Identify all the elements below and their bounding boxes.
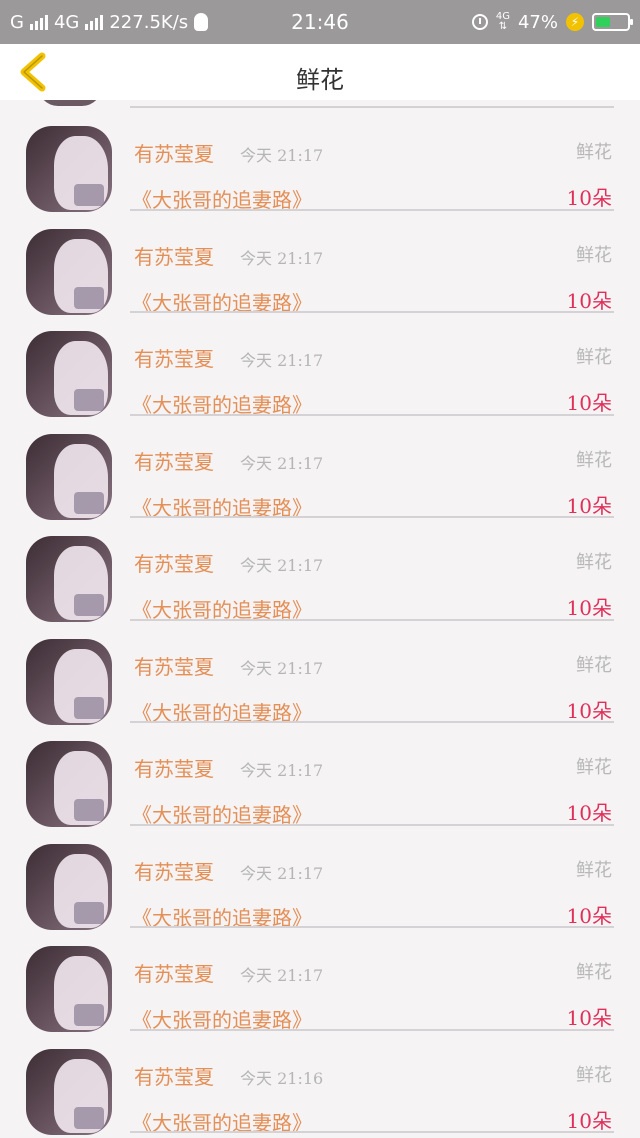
- gift-type: 鲜花: [576, 859, 612, 881]
- avatar[interactable]: [26, 946, 112, 1032]
- avatar[interactable]: [26, 638, 112, 725]
- list-item[interactable]: 有苏莹夏 今天 21:17 鲜花 《大张哥的追妻路》 10朵: [0, 416, 640, 520]
- gift-amount: 10朵: [566, 903, 612, 928]
- gift-type: 鲜花: [576, 142, 612, 163]
- send-time: 今天 21:17: [240, 863, 324, 883]
- charging-icon: ⚡: [566, 13, 584, 31]
- send-time: 今天 21:17: [240, 351, 324, 370]
- data-network-icon: 4G ⇅: [496, 12, 510, 32]
- gift-amount: 10朵: [566, 596, 612, 620]
- battery-percent: 47%: [517, 11, 558, 33]
- page-title: 鲜花: [296, 66, 344, 94]
- gift-type: 鲜花: [576, 757, 612, 778]
- gift-type: 鲜花: [576, 962, 612, 983]
- sender-name[interactable]: 有苏莹夏: [134, 241, 214, 270]
- list-item[interactable]: 有苏莹夏 今天 21:17 鲜花 《大张哥的追妻路》 10朵: [0, 826, 640, 930]
- row-divider: [130, 1131, 614, 1133]
- send-time: 今天 21:17: [240, 248, 324, 268]
- gift-amount: 10朵: [566, 1108, 612, 1133]
- sender-name[interactable]: 有苏莹夏: [134, 138, 214, 167]
- list-item[interactable]: 有苏莹夏 今天 21:17 鲜花 《大张哥的追妻路》 10朵: [0, 621, 640, 725]
- gift-amount: 10朵: [566, 698, 612, 723]
- send-time: 今天 21:17: [240, 146, 324, 165]
- qq-icon: [194, 13, 209, 31]
- send-time: 今天 21:17: [240, 966, 324, 985]
- sender-name[interactable]: 有苏莹夏: [134, 856, 214, 885]
- send-time: 今天 21:17: [240, 453, 324, 473]
- gift-type: 鲜花: [576, 244, 612, 266]
- gift-type: 鲜花: [576, 449, 612, 471]
- rows-container: 有苏莹夏 今天 21:17 鲜花 《大张哥的追妻路》 10朵 有苏莹夏 今天 2…: [0, 108, 640, 1135]
- gift-amount: 10朵: [566, 391, 612, 415]
- avatar[interactable]: [26, 1048, 112, 1135]
- gift-amount: 10朵: [566, 186, 612, 210]
- send-time: 今天 21:16: [240, 1068, 324, 1088]
- list-item[interactable]: 有苏莹夏 今天 21:17 鲜花 《大张哥的追妻路》 10朵: [0, 108, 640, 212]
- battery-icon: [592, 13, 633, 31]
- send-time: 今天 21:17: [240, 556, 324, 575]
- avatar[interactable]: [26, 126, 112, 212]
- status-bar: G 4G 227.5K/s 21:46 4G ⇅ 47% ⚡: [0, 0, 640, 44]
- network-label: 4G: [53, 11, 80, 33]
- avatar[interactable]: [26, 536, 112, 622]
- avatar[interactable]: [26, 228, 112, 315]
- list-item[interactable]: 有苏莹夏 今天 21:16 鲜花 《大张哥的追妻路》 10朵: [0, 1031, 640, 1135]
- data-arrows-icon: ⇅: [498, 21, 508, 32]
- gift-type: 鲜花: [576, 347, 612, 368]
- carrier-label: G: [10, 11, 24, 33]
- sender-name[interactable]: 有苏莹夏: [134, 1061, 214, 1090]
- signal-icon: [29, 14, 48, 30]
- network-speed: 227.5K/s: [109, 11, 189, 33]
- gift-type: 鲜花: [576, 654, 612, 676]
- gift-type: 鲜花: [576, 552, 612, 573]
- gift-amount: 10朵: [566, 1006, 612, 1030]
- sender-name[interactable]: 有苏莹夏: [134, 343, 214, 372]
- gift-amount: 10朵: [566, 493, 612, 518]
- nav-header: 鲜花: [0, 44, 640, 100]
- list-item[interactable]: 有苏莹夏 今天 21:17 鲜花 《大张哥的追妻路》 10朵: [0, 211, 640, 315]
- battery-fill: [596, 17, 611, 27]
- flower-list: 有苏莹夏 今天 21:17 鲜花 《大张哥的追妻路》 10朵 有苏莹夏 今天 2…: [0, 100, 640, 1138]
- send-time: 今天 21:17: [240, 761, 324, 780]
- avatar[interactable]: [26, 741, 112, 827]
- gift-amount: 10朵: [566, 288, 612, 313]
- sender-name[interactable]: 有苏莹夏: [134, 958, 214, 987]
- gift-type: 鲜花: [576, 1064, 612, 1086]
- avatar[interactable]: [26, 331, 112, 417]
- list-item[interactable]: 有苏莹夏 今天 21:17 鲜花 《大张哥的追妻路》 10朵: [0, 723, 640, 827]
- list-item[interactable]: 有苏莹夏 今天 21:17 鲜花 《大张哥的追妻路》 10朵: [0, 518, 640, 622]
- sender-name[interactable]: 有苏莹夏: [134, 753, 214, 782]
- sender-name[interactable]: 有苏莹夏: [134, 651, 214, 680]
- avatar[interactable]: [26, 433, 112, 520]
- alarm-icon: [471, 14, 488, 30]
- signal-icon-2: [85, 14, 104, 30]
- sender-name[interactable]: 有苏莹夏: [134, 548, 214, 577]
- gift-amount: 10朵: [566, 801, 612, 825]
- partial-list-item: [0, 100, 640, 108]
- avatar[interactable]: [26, 843, 112, 930]
- status-left: G 4G 227.5K/s: [10, 11, 209, 33]
- list-item[interactable]: 有苏莹夏 今天 21:17 鲜花 《大张哥的追妻路》 10朵: [0, 313, 640, 417]
- send-time: 今天 21:17: [240, 658, 324, 678]
- avatar: [38, 100, 102, 106]
- status-right: 4G ⇅ 47% ⚡: [471, 11, 633, 33]
- list-item[interactable]: 有苏莹夏 今天 21:17 鲜花 《大张哥的追妻路》 10朵: [0, 928, 640, 1032]
- sender-name[interactable]: 有苏莹夏: [134, 446, 214, 475]
